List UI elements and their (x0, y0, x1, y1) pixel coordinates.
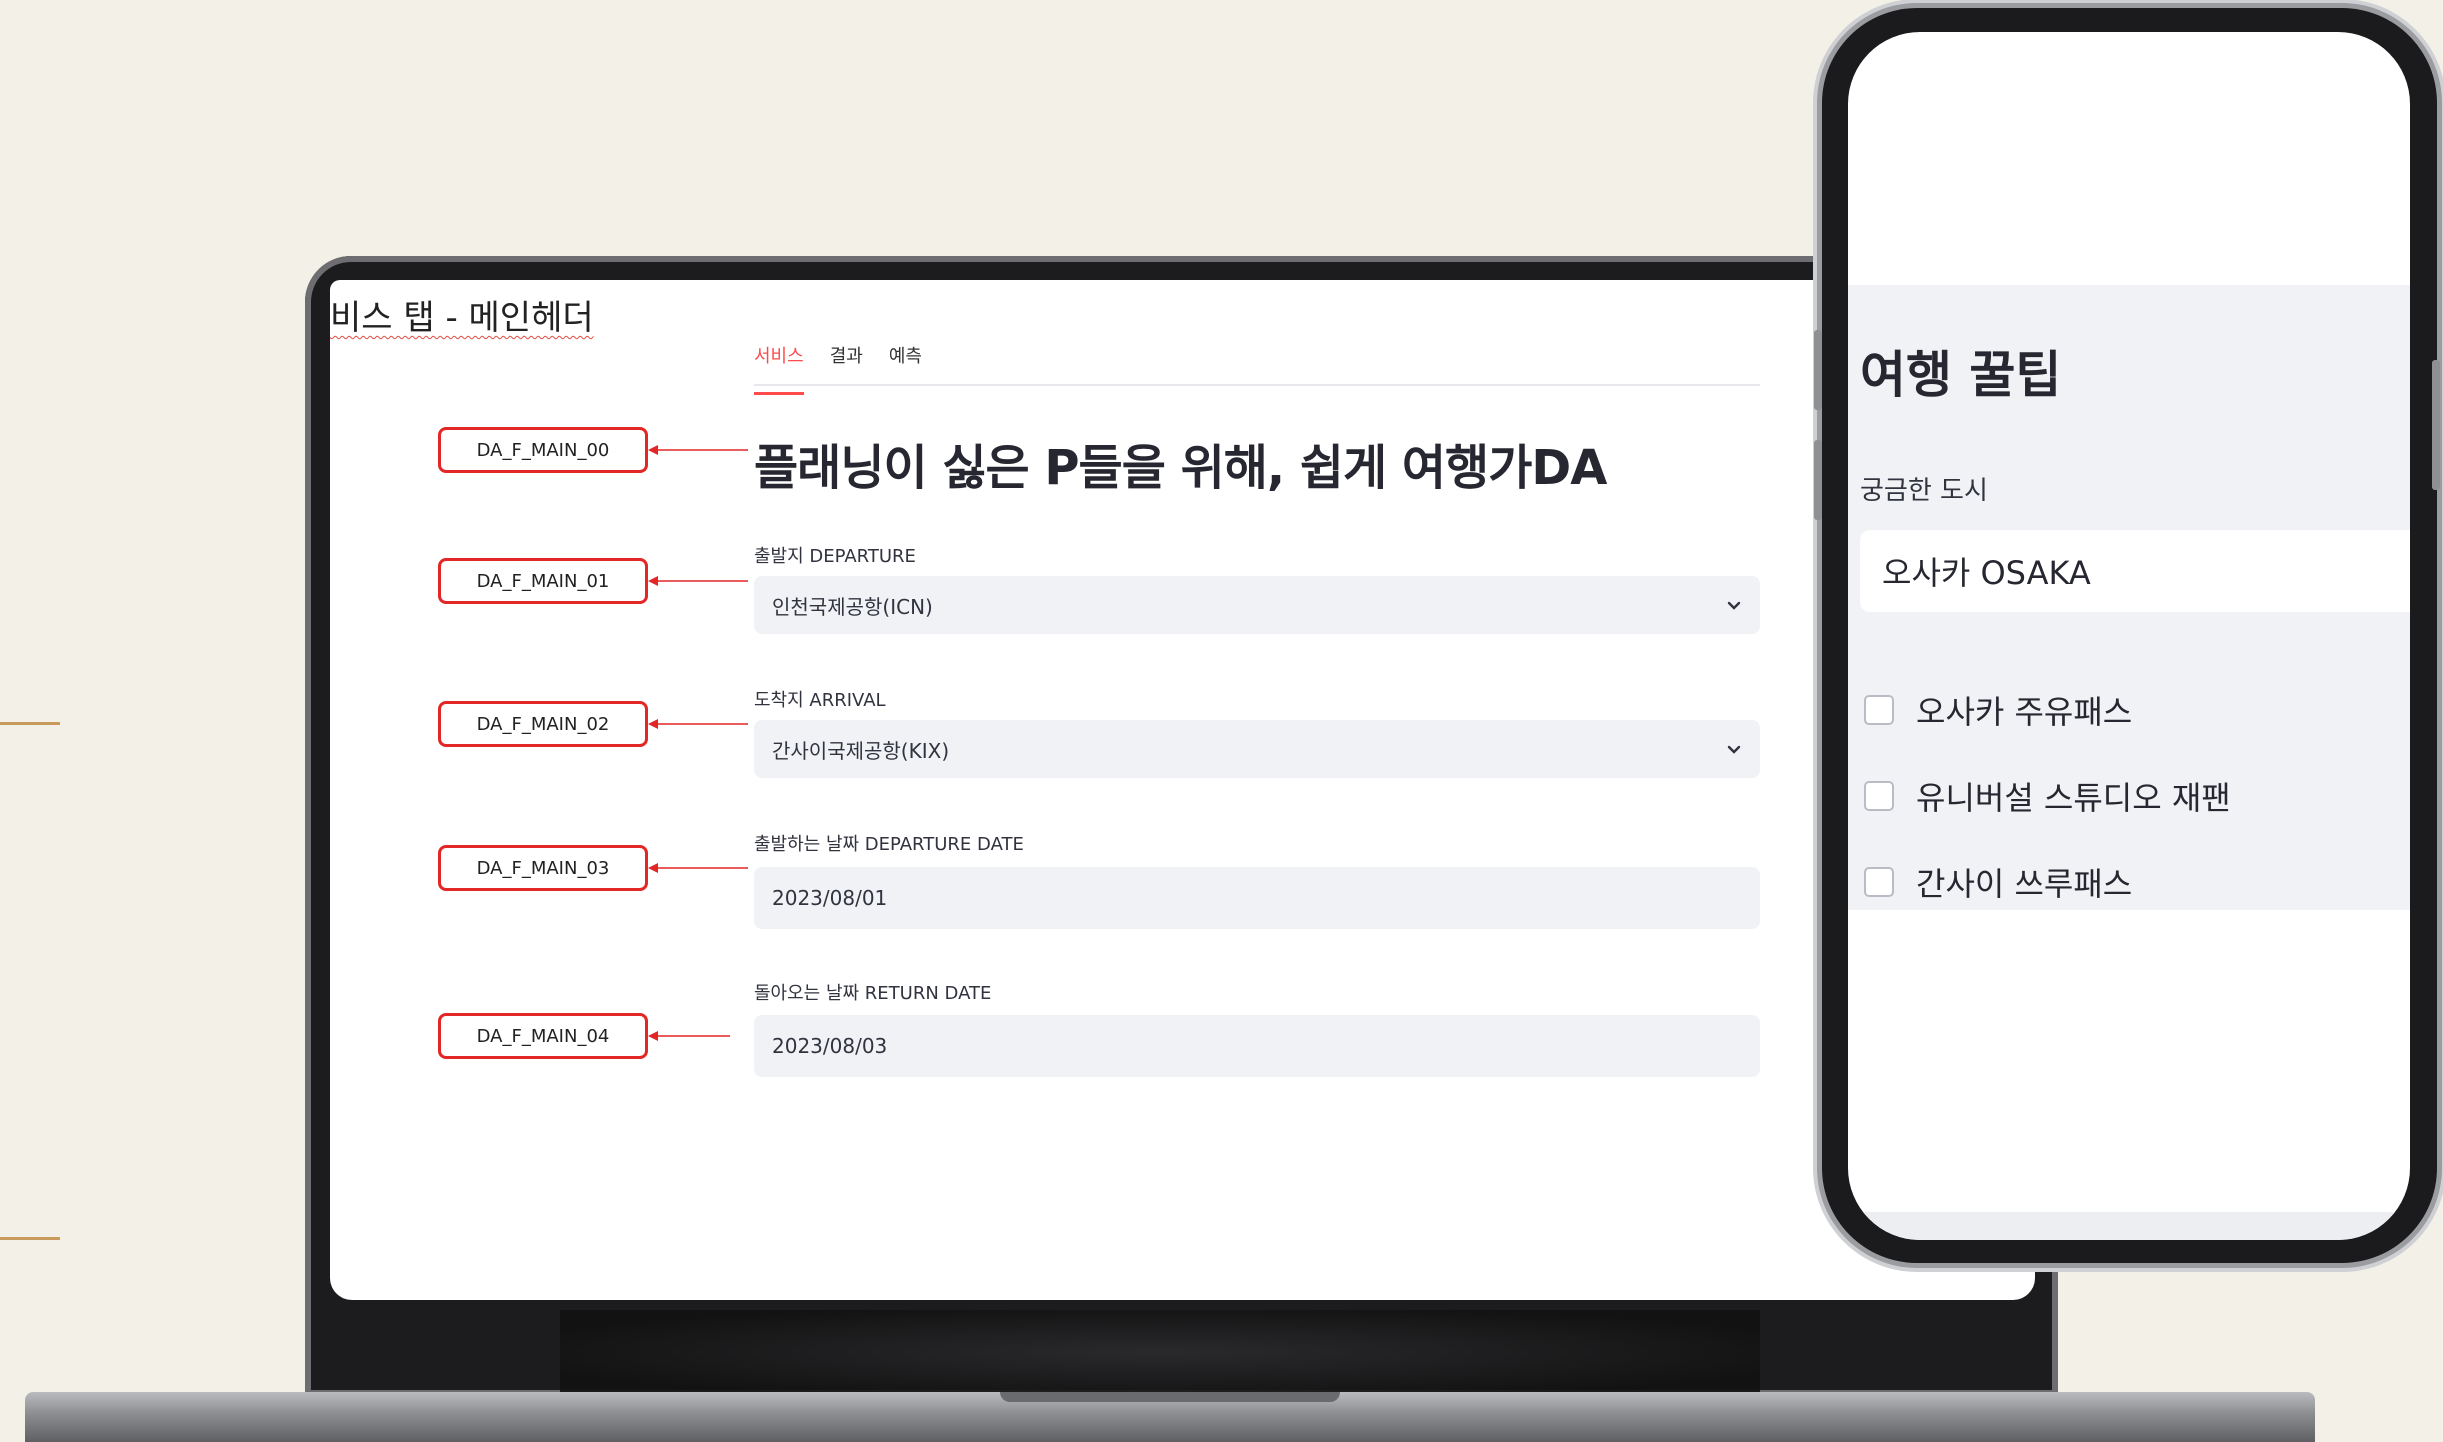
arrow-left-icon (648, 719, 748, 729)
chevron-down-icon (1727, 745, 1741, 754)
phone-screen: 여행 꿀팁 궁금한 도시 오사카 OSAKA 오사카 주유패스 유니버설 스튜디… (1848, 32, 2410, 1240)
annotation-label: DA_F_MAIN_02 (438, 701, 648, 747)
annotation-label: DA_F_MAIN_00 (438, 427, 648, 473)
laptop-screen: 비스 탭 - 메인헤더 서비스 결과 예측 플래닝이 싫은 P들을 위해, 쉽게… (330, 280, 2035, 1300)
departure-label: 출발지 DEPARTURE (754, 546, 916, 567)
arrival-select[interactable]: 간사이국제공항(KIX) (754, 720, 1760, 778)
arrival-label: 도착지 ARRIVAL (754, 690, 886, 711)
decor-line-bottom (0, 1237, 60, 1240)
annotation-label: DA_F_MAIN_03 (438, 845, 648, 891)
screen-heading: 비스 탭 - 메인헤더 (330, 298, 594, 338)
decor-line-top (0, 722, 60, 725)
return-date-input[interactable]: 2023/08/03 (754, 1015, 1760, 1077)
arrow-left-icon (648, 445, 748, 455)
tab-result[interactable]: 결과 (830, 340, 863, 384)
option-kansai-thru-pass[interactable]: 간사이 쓰루패스 (1864, 859, 2132, 905)
arrow-left-icon (648, 1031, 730, 1041)
tab-service[interactable]: 서비스 (754, 340, 804, 395)
checkbox-icon[interactable] (1864, 781, 1894, 811)
option-label: 유니버설 스튜디오 재팬 (1916, 779, 2231, 817)
checkbox-icon[interactable] (1864, 867, 1894, 897)
laptop-notch (1000, 1392, 1340, 1402)
annotation-label: DA_F_MAIN_01 (438, 558, 648, 604)
departure-select[interactable]: 인천국제공항(ICN) (754, 576, 1760, 634)
return-date-value: 2023/08/03 (772, 1034, 888, 1058)
arrow-left-icon (648, 863, 748, 873)
checkbox-icon[interactable] (1864, 695, 1894, 725)
return-date-label: 돌아오는 날짜 RETURN DATE (754, 983, 992, 1004)
departure-date-value: 2023/08/01 (772, 886, 888, 910)
option-label: 간사이 쓰루패스 (1916, 865, 2133, 903)
travel-tips-title: 여행 꿀팁 (1860, 346, 2062, 404)
departure-date-label: 출발하는 날짜 DEPARTURE DATE (754, 834, 1024, 855)
chevron-down-icon (1727, 601, 1741, 610)
laptop-keyboard-reflection (560, 1310, 1760, 1395)
option-universal-studios[interactable]: 유니버설 스튜디오 재팬 (1864, 773, 2231, 819)
phone-side-button (1814, 440, 1822, 520)
option-juyu-pass[interactable]: 오사카 주유패스 (1864, 687, 2132, 733)
page-title: 플래닝이 싫은 P들을 위해, 쉽게 여행가DA (754, 440, 1607, 496)
arrow-left-icon (648, 576, 748, 586)
arrival-value: 간사이국제공항(KIX) (772, 738, 950, 763)
city-input[interactable]: 오사카 OSAKA (1860, 530, 2410, 612)
phone-side-button (1814, 330, 1822, 410)
city-value: 오사카 OSAKA (1882, 554, 2091, 592)
annotation-label: DA_F_MAIN_04 (438, 1013, 648, 1059)
phone-power-button (2432, 360, 2440, 490)
city-label: 궁금한 도시 (1860, 476, 1988, 506)
tab-prediction[interactable]: 예측 (889, 340, 922, 384)
departure-value: 인천국제공항(ICN) (772, 594, 933, 619)
travel-tips-panel: 여행 꿀팁 궁금한 도시 오사카 OSAKA 오사카 주유패스 유니버설 스튜디… (1848, 285, 2410, 910)
tab-bar: 서비스 결과 예측 (754, 340, 1760, 395)
departure-date-input[interactable]: 2023/08/01 (754, 867, 1760, 929)
phone-bottom-bar (1848, 1212, 2410, 1240)
option-label: 오사카 주유패스 (1916, 693, 2133, 731)
